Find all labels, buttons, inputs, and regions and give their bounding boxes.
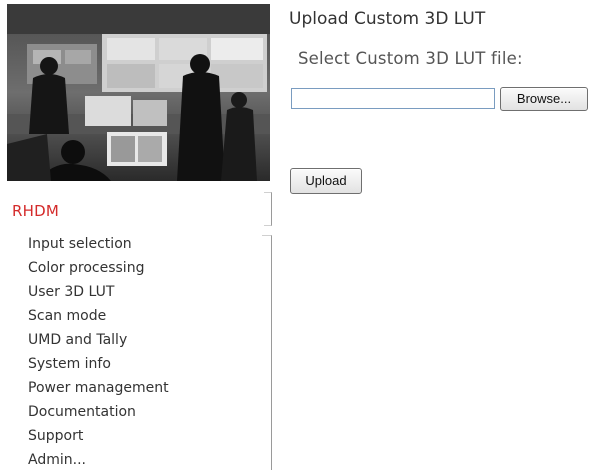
page-title: Upload Custom 3D LUT	[289, 9, 486, 29]
product-name: RHDM	[12, 202, 59, 220]
brand-divider	[264, 192, 272, 226]
sidebar-nav: Input selection Color processing User 3D…	[28, 234, 169, 470]
sidebar-item-power-management[interactable]: Power management	[28, 378, 169, 402]
sidebar-item-input-selection[interactable]: Input selection	[28, 234, 169, 258]
sidebar-item-color-processing[interactable]: Color processing	[28, 258, 169, 282]
page: RHDM Input selection Color processing Us…	[0, 0, 600, 470]
nav-divider	[262, 235, 272, 470]
upload-button[interactable]: Upload	[290, 168, 362, 194]
sidebar-item-system-info[interactable]: System info	[28, 354, 169, 378]
file-field-label: Select Custom 3D LUT file:	[298, 49, 523, 68]
browse-button[interactable]: Browse...	[500, 87, 588, 111]
sidebar-item-support[interactable]: Support	[28, 426, 169, 450]
sidebar-item-user-3d-lut[interactable]: User 3D LUT	[28, 282, 169, 306]
sidebar-item-scan-mode[interactable]: Scan mode	[28, 306, 169, 330]
control-room-photo	[7, 4, 270, 181]
sidebar-item-umd-and-tally[interactable]: UMD and Tally	[28, 330, 169, 354]
sidebar-item-admin[interactable]: Admin...	[28, 450, 169, 470]
lut-file-path-input[interactable]	[291, 88, 495, 109]
sidebar-item-documentation[interactable]: Documentation	[28, 402, 169, 426]
